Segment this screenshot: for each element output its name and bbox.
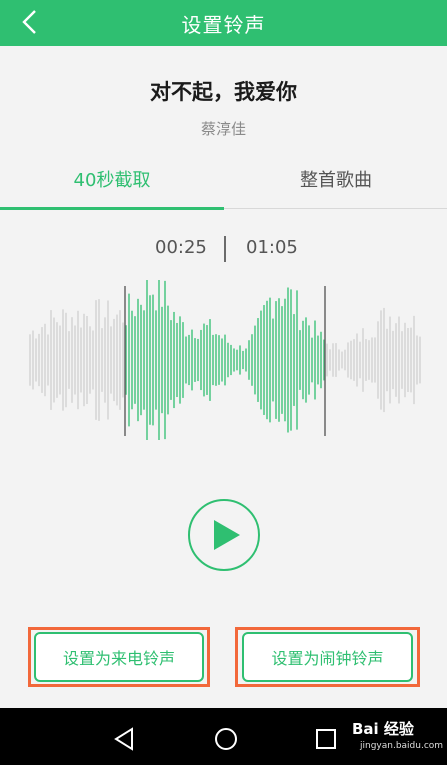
- song-artist: 蔡淳佳: [200, 120, 246, 138]
- baidu-watermark: Bai 经验 jingyan.baidu.com: [352, 715, 444, 761]
- set-alarm-button[interactable]: 设置为闹钟铃声: [242, 632, 413, 682]
- tab-bar: 40秒截取 整首歌曲: [0, 150, 447, 208]
- clip-time-range: 00:25 01:05: [0, 236, 447, 262]
- chevron-left-icon: [22, 10, 36, 34]
- play-icon: [214, 520, 240, 550]
- back-triangle-icon[interactable]: [112, 726, 138, 752]
- header-bar: 设置铃声: [0, 0, 447, 46]
- watermark-url: jingyan.baidu.com: [360, 741, 444, 751]
- tab-divider: [224, 208, 447, 209]
- tab-full-song[interactable]: 整首歌曲: [224, 150, 447, 208]
- back-button[interactable]: [14, 6, 46, 38]
- home-circle-icon[interactable]: [213, 726, 239, 752]
- tab-clip-40s[interactable]: 40秒截取: [0, 150, 224, 208]
- song-title: 对不起，我爱你: [150, 80, 297, 104]
- time-separator: [224, 236, 226, 262]
- page-title: 设置铃声: [181, 12, 266, 37]
- active-tab-indicator: [0, 207, 224, 210]
- clip-end-time: 01:05: [246, 237, 298, 258]
- play-button[interactable]: [188, 499, 260, 571]
- set-ringtone-button[interactable]: 设置为来电铃声: [34, 632, 204, 682]
- clip-start-time: 00:25: [155, 237, 207, 258]
- waveform[interactable]: [0, 280, 447, 440]
- watermark-logo: Bai 经验: [352, 720, 414, 738]
- recent-square-icon[interactable]: [313, 726, 339, 752]
